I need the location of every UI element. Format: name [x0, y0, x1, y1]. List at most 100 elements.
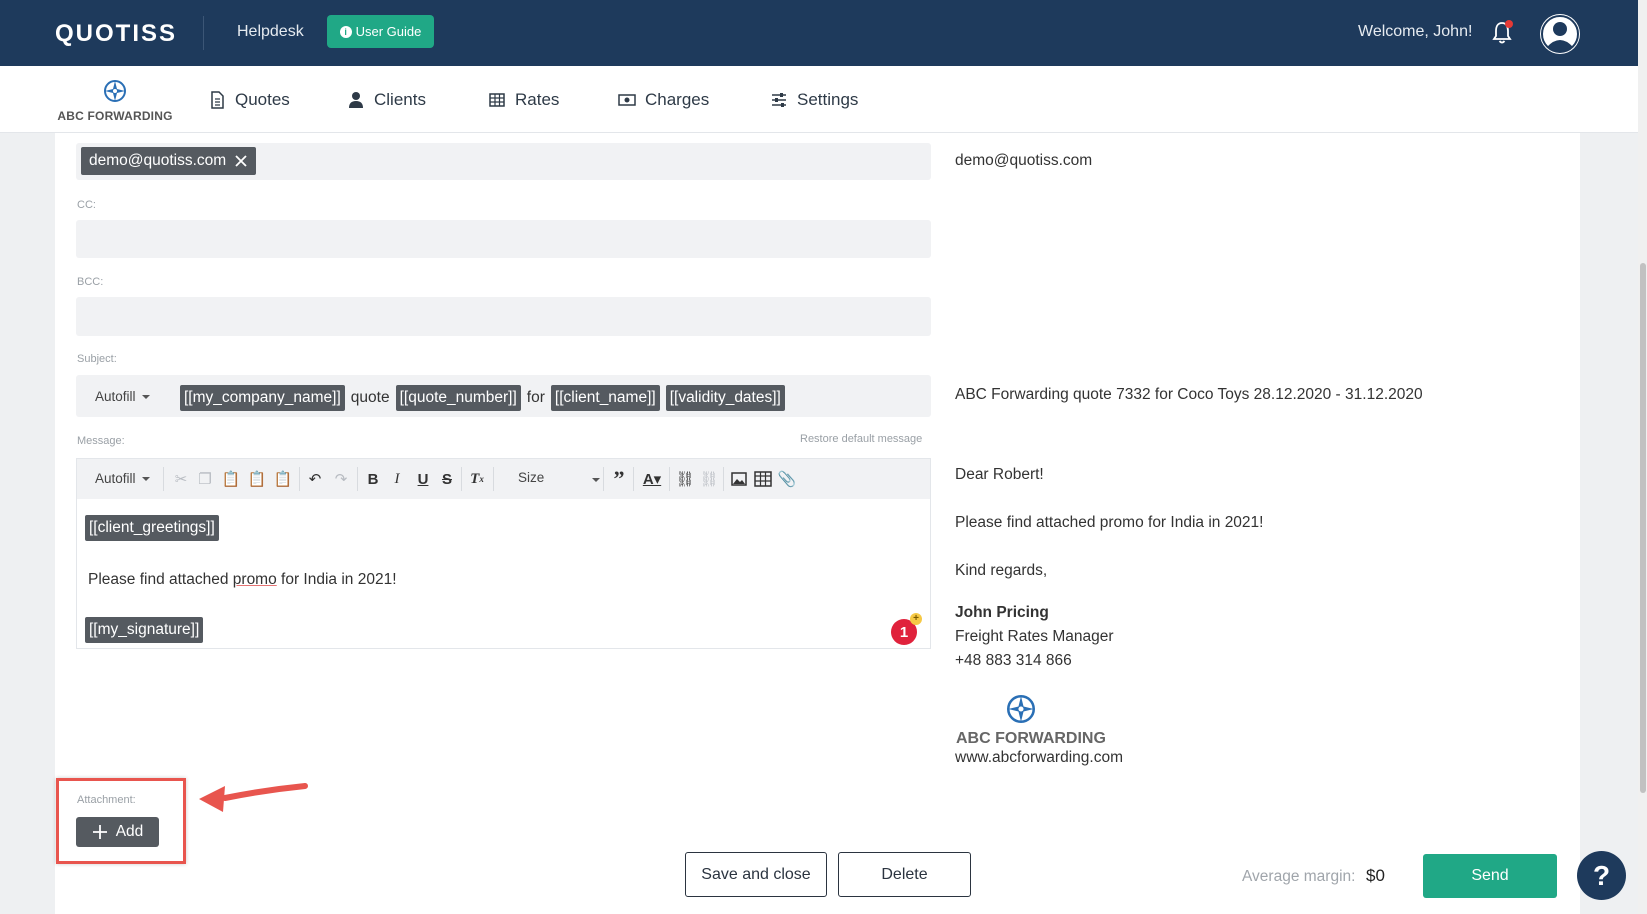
nav-clients[interactable]: Clients — [347, 90, 426, 110]
subject-label: Subject: — [77, 353, 117, 365]
plus-icon — [92, 825, 107, 839]
main-nav: ABC FORWARDING Quotes Clients Rates Char… — [0, 66, 1640, 133]
nav-settings-label: Settings — [797, 90, 859, 109]
restore-default-link[interactable]: Restore default message — [800, 433, 922, 445]
subject-token-quote-number[interactable]: [[quote_number]] — [395, 385, 521, 411]
notification-dot — [1505, 20, 1513, 28]
body-text-suffix: for India in 2021! — [276, 571, 397, 588]
company-brand[interactable]: ABC FORWARDING — [55, 80, 175, 123]
text-color-icon[interactable]: A▾ — [639, 469, 665, 489]
compass-logo-icon — [1007, 695, 1035, 723]
attachment-label: Attachment: — [77, 794, 136, 806]
pointer-arrow-icon — [199, 783, 308, 812]
subject-text-quote: quote — [350, 389, 390, 406]
average-margin-value: $0 — [1366, 866, 1385, 885]
user-guide-label: User Guide — [355, 24, 422, 39]
blockquote-icon[interactable]: ” — [609, 466, 629, 491]
toolbar-divider — [163, 467, 164, 491]
nav-clients-label: Clients — [374, 90, 426, 109]
to-email-chip-text: demo@quotiss.com — [89, 152, 227, 169]
nav-quotes[interactable]: Quotes — [208, 90, 290, 110]
message-editor[interactable]: Autofill ✂ ❐ 📋 📋 📋 ↶ ↷ B I U S Tx Size ”… — [76, 458, 931, 649]
cash-icon — [618, 94, 636, 106]
greeting-token[interactable]: [[client_greetings]] — [85, 515, 219, 541]
font-size-dropdown[interactable]: Size — [518, 470, 544, 485]
preview-signature-title: Freight Rates Manager — [955, 628, 1114, 645]
paste-text-icon[interactable]: 📋 — [247, 469, 267, 489]
helpdesk-link[interactable]: Helpdesk — [237, 23, 304, 41]
subject-token-company[interactable]: [[my_company_name]] — [180, 385, 345, 411]
preview-signature-name: John Pricing — [955, 604, 1049, 621]
scrollbar-thumb[interactable] — [1640, 263, 1646, 793]
bcc-label: BCC: — [77, 276, 104, 288]
close-icon[interactable] — [234, 154, 248, 168]
help-button[interactable]: ? — [1577, 851, 1626, 900]
preview-body: Please find attached promo for India in … — [955, 514, 1264, 531]
toolbar-divider — [603, 467, 604, 491]
toolbar-divider — [633, 467, 634, 491]
badge-plus-icon: + — [910, 613, 922, 625]
nav-rates[interactable]: Rates — [488, 90, 559, 110]
subject-token-validity-dates[interactable]: [[validity_dates]] — [665, 385, 785, 411]
signature-token[interactable]: [[my_signature]] — [85, 617, 204, 643]
delete-button[interactable]: Delete — [838, 852, 971, 897]
subject-token-client-name[interactable]: [[client_name]] — [550, 385, 660, 411]
image-icon[interactable] — [729, 469, 749, 489]
editor-toolbar: Autofill ✂ ❐ 📋 📋 📋 ↶ ↷ B I U S Tx Size ”… — [77, 459, 930, 499]
bold-icon[interactable]: B — [363, 469, 383, 489]
preview-website: www.abcforwarding.com — [955, 749, 1123, 766]
save-and-close-button[interactable]: Save and close — [685, 852, 827, 897]
person-icon — [349, 92, 363, 108]
link-icon[interactable]: ⛓ — [675, 469, 695, 489]
cc-label: CC: — [77, 199, 96, 211]
paste-word-icon[interactable]: 📋 — [273, 469, 293, 489]
italic-icon[interactable]: I — [387, 469, 407, 489]
toolbar-divider — [669, 467, 670, 491]
paperclip-icon[interactable]: 📎 — [777, 469, 797, 489]
preview-brand-logo: ABC FORWARDING — [956, 695, 1116, 748]
copy-icon[interactable]: ❐ — [195, 469, 215, 489]
send-button[interactable]: Send — [1423, 854, 1557, 898]
table-insert-icon[interactable] — [753, 469, 773, 489]
bcc-input[interactable] — [76, 297, 931, 336]
toolbar-divider — [461, 467, 462, 491]
preview-brand-name: ABC FORWARDING — [956, 730, 1106, 747]
nav-settings[interactable]: Settings — [770, 90, 858, 110]
add-attachment-button[interactable]: Add — [76, 817, 159, 847]
message-autofill-dropdown[interactable]: Autofill — [95, 471, 150, 486]
remove-format-icon[interactable]: Tx — [467, 469, 487, 489]
undo-icon[interactable]: ↶ — [305, 469, 325, 489]
preview-greeting: Dear Robert! — [955, 466, 1044, 483]
avatar[interactable] — [1540, 14, 1580, 54]
toolbar-divider — [299, 467, 300, 491]
subject-autofill-label: Autofill — [95, 389, 136, 404]
cut-icon[interactable]: ✂ — [171, 469, 191, 489]
subject-autofill-dropdown[interactable]: Autofill — [95, 389, 150, 404]
preview-regards: Kind regards, — [955, 562, 1048, 579]
nav-charges[interactable]: Charges — [618, 90, 709, 110]
compass-logo-icon — [104, 80, 126, 102]
toolbar-divider — [723, 467, 724, 491]
message-label: Message: — [77, 435, 125, 447]
subject-content: [[my_company_name]] quote [[quote_number… — [180, 385, 785, 411]
toolbar-divider — [493, 467, 494, 491]
redo-icon[interactable]: ↷ — [331, 469, 351, 489]
preview-subject: ABC Forwarding quote 7332 for Coco Toys … — [955, 386, 1423, 403]
quotiss-logo[interactable]: QUOTISS — [55, 20, 177, 48]
unlink-icon[interactable]: ⛓ — [699, 469, 719, 489]
chevron-down-icon — [141, 476, 150, 481]
underline-icon[interactable]: U — [413, 469, 433, 489]
cc-input[interactable] — [76, 220, 931, 258]
nav-quotes-label: Quotes — [235, 90, 290, 109]
brand-name: ABC FORWARDING — [57, 109, 173, 123]
chevron-down-icon — [141, 394, 150, 399]
average-margin-label: Average margin: — [1242, 868, 1356, 885]
paste-icon[interactable]: 📋 — [221, 469, 241, 489]
subject-text-for: for — [526, 389, 545, 406]
welcome-text: Welcome, John! — [1358, 23, 1473, 40]
preview-to: demo@quotiss.com — [955, 152, 1093, 169]
strikethrough-icon[interactable]: S — [437, 469, 457, 489]
user-avatar-icon — [1541, 15, 1579, 53]
user-guide-button[interactable]: i User Guide — [327, 15, 434, 48]
document-icon — [211, 91, 224, 109]
